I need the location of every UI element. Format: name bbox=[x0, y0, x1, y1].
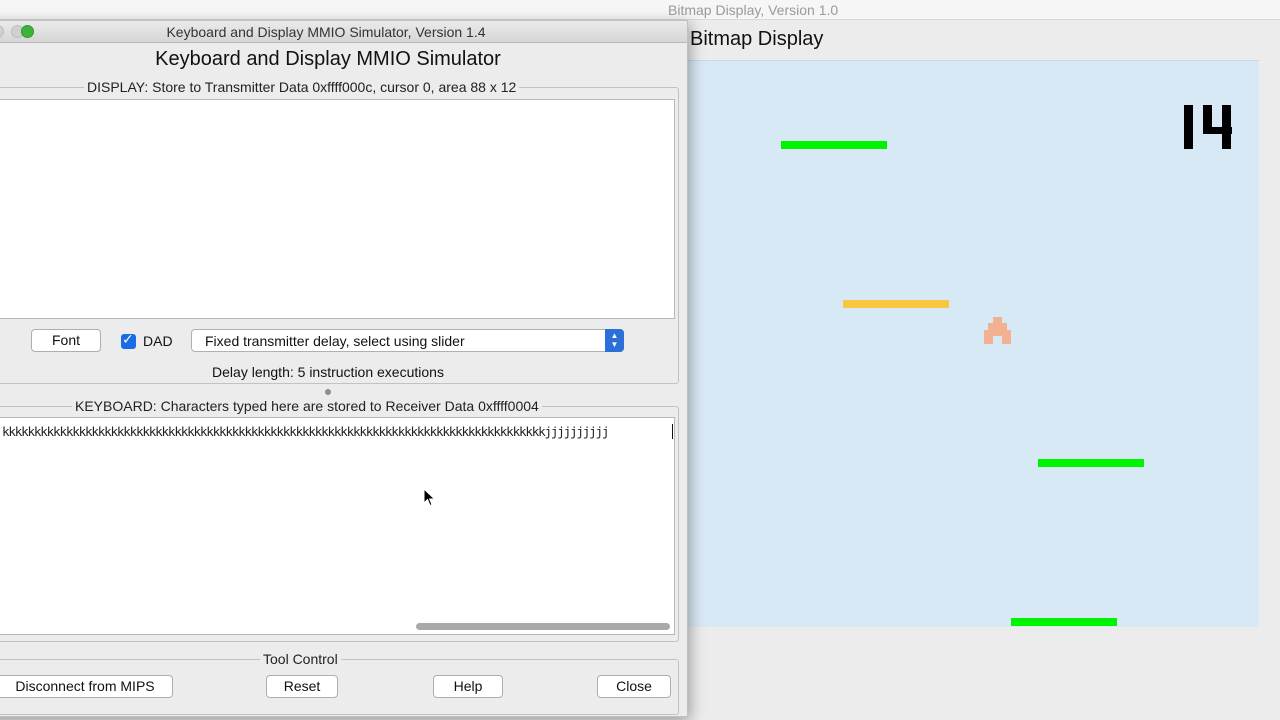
bitmap-canvas bbox=[688, 60, 1259, 627]
help-button[interactable]: Help bbox=[433, 675, 503, 698]
dad-checkbox[interactable]: ✓ bbox=[121, 331, 136, 349]
platform-green-bottom bbox=[1011, 618, 1117, 626]
keyboard-typed-text: kkkkkkkkkkkkkkkkkkkkkkkkkkkkkkkkkkkkkkkk… bbox=[2, 424, 610, 439]
dad-label: DAD bbox=[143, 333, 173, 349]
delay-mode-selected-value: Fixed transmitter delay, select using sl… bbox=[205, 333, 465, 349]
score-digits-icon bbox=[1184, 105, 1232, 149]
mmio-window-titlebar[interactable]: Keyboard and Display MMIO Simulator, Ver… bbox=[0, 21, 687, 43]
mmio-simulator-window: Keyboard and Display MMIO Simulator, Ver… bbox=[0, 20, 688, 717]
keyboard-group-title: KEYBOARD: Characters typed here are stor… bbox=[72, 398, 542, 414]
bitmap-window-margin bbox=[1259, 60, 1280, 627]
player-sprite-icon bbox=[984, 317, 1011, 344]
platform-green-middle bbox=[1038, 459, 1144, 467]
text-caret bbox=[672, 424, 673, 439]
keyboard-horizontal-scrollbar[interactable] bbox=[416, 623, 670, 630]
select-stepper-arrows-icon: ▲ ▼ bbox=[605, 329, 624, 352]
mmio-window-title: Keyboard and Display MMIO Simulator, Ver… bbox=[166, 24, 486, 40]
bitmap-display-heading: Bitmap Display bbox=[690, 28, 824, 50]
mouse-pointer-icon bbox=[423, 488, 436, 507]
display-group-title: DISPLAY: Store to Transmitter Data 0xfff… bbox=[84, 79, 520, 95]
checkmark-icon: ✓ bbox=[122, 331, 134, 347]
mmio-heading: Keyboard and Display MMIO Simulator bbox=[155, 48, 501, 70]
bitmap-window-title: Bitmap Display, Version 1.0 bbox=[668, 2, 839, 18]
platform-yellow bbox=[843, 300, 949, 308]
display-output-area[interactable] bbox=[0, 99, 675, 319]
keyboard-input-area[interactable]: kkkkkkkkkkkkkkkkkkkkkkkkkkkkkkkkkkkkkkkk… bbox=[0, 417, 675, 635]
platform-green-top bbox=[781, 141, 887, 149]
reset-button[interactable]: Reset bbox=[266, 675, 338, 698]
bitmap-window-titlebar[interactable]: Bitmap Display, Version 1.0 bbox=[0, 0, 1280, 20]
split-pane-handle[interactable] bbox=[325, 389, 331, 395]
delay-mode-select[interactable]: Fixed transmitter delay, select using sl… bbox=[191, 329, 624, 352]
close-button[interactable]: Close bbox=[597, 675, 671, 698]
disconnect-button[interactable]: Disconnect from MIPS bbox=[0, 675, 173, 698]
delay-length-text: Delay length: 5 instruction executions bbox=[212, 364, 444, 380]
font-button[interactable]: Font bbox=[31, 329, 101, 352]
tool-control-title: Tool Control bbox=[260, 651, 341, 667]
